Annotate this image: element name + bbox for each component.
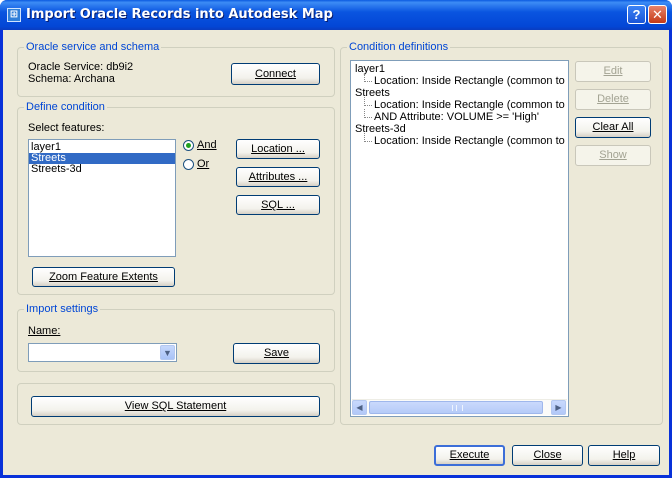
tree-content: layer1 Location: Inside Rectangle (commo… [355,63,568,147]
close-button[interactable]: Close [512,445,583,466]
execute-button-label: Execute [449,449,490,461]
oracle-service-text: Oracle Service: db9i2 [28,61,134,73]
map-app-icon: ⊞ [7,8,21,22]
view-sql-group: View SQL Statement [17,383,335,425]
help-title-button[interactable]: ? [627,5,646,24]
save-button[interactable]: Save [233,343,320,364]
close-button-label: Close [533,449,562,461]
define-group-label: Define condition [24,101,107,113]
view-sql-statement-button[interactable]: View SQL Statement [31,396,320,417]
scroll-left-icon[interactable]: ◀ [352,400,367,415]
oracle-service-group: Oracle service and schema Oracle Service… [17,41,335,97]
conditions-tree[interactable]: layer1 Location: Inside Rectangle (commo… [350,60,569,417]
edit-button-label: Edit [603,65,623,77]
show-button-label: Show [599,149,627,161]
view-sql-button-label: View SQL Statement [124,400,227,412]
execute-button[interactable]: Execute [434,445,505,466]
connect-button[interactable]: Connect [231,63,320,85]
define-condition-group: Define condition Select features: layer1… [17,101,335,295]
delete-button-label: Delete [597,93,629,105]
tree-child-item[interactable]: Location: Inside Rectangle (common to la… [355,97,568,111]
sql-button[interactable]: SQL ... [236,195,320,215]
tree-child-item[interactable]: Location: Inside Rectangle (common to la… [355,133,568,147]
close-title-button[interactable]: ✕ [648,5,667,24]
location-button[interactable]: Location ... [236,139,320,159]
dialog-window: ⊞ Import Oracle Records into Autodesk Ma… [0,0,672,478]
attributes-button-label: Attributes ... [248,171,308,183]
import-settings-group: Import settings Name: ▼ Save [17,303,335,372]
zoom-feature-extents-button[interactable]: Zoom Feature Extents [32,267,175,287]
clear-all-button-label: Clear All [592,121,634,133]
features-listbox[interactable]: layer1 Streets Streets-3d [28,139,176,257]
condition-definitions-group: Condition definitions layer1 Location: I… [340,41,663,425]
sql-button-label: SQL ... [261,199,295,211]
scroll-thumb[interactable] [369,401,543,414]
delete-button[interactable]: Delete [575,89,651,110]
radio-or-circle[interactable] [183,159,194,170]
radio-and-circle[interactable] [183,140,194,151]
oracle-group-label: Oracle service and schema [24,41,162,53]
name-label: Name: [28,325,61,337]
select-features-label: Select features: [28,122,105,134]
import-group-label: Import settings [24,303,101,315]
radio-or-label: Or [197,158,210,170]
feature-item-streets-3d[interactable]: Streets-3d [29,164,175,175]
clear-all-button[interactable]: Clear All [575,117,651,138]
show-button[interactable]: Show [575,145,651,166]
attributes-button[interactable]: Attributes ... [236,167,320,187]
radio-and-label: And [197,139,217,151]
name-combobox[interactable]: ▼ [28,343,177,362]
help-button-label: Help [612,449,636,461]
help-button[interactable]: Help [588,445,660,466]
grip-icon [452,405,463,411]
conditions-group-label: Condition definitions [347,41,451,53]
scroll-right-icon[interactable]: ▶ [551,400,566,415]
chevron-down-icon[interactable]: ▼ [160,345,175,360]
connect-button-label: Connect [255,68,296,80]
save-button-label: Save [263,347,290,359]
zoom-button-label: Zoom Feature Extents [49,271,158,283]
horizontal-scrollbar[interactable]: ◀ ▶ [352,399,567,415]
location-button-label: Location ... [251,143,305,155]
title-bar[interactable]: ⊞ Import Oracle Records into Autodesk Ma… [0,0,672,30]
dialog-title: Import Oracle Records into Autodesk Map [26,7,333,22]
tree-child-item[interactable]: AND Attribute: VOLUME >= 'High' [355,109,568,123]
tree-node-layer1[interactable]: layer1 [355,63,568,75]
tree-node-streets-3d[interactable]: Streets-3d [355,123,568,135]
tree-node-streets[interactable]: Streets [355,87,568,99]
tree-child-item[interactable]: Location: Inside Rectangle (common to la… [355,73,568,87]
schema-text: Schema: Archana [28,73,115,85]
edit-button[interactable]: Edit [575,61,651,82]
